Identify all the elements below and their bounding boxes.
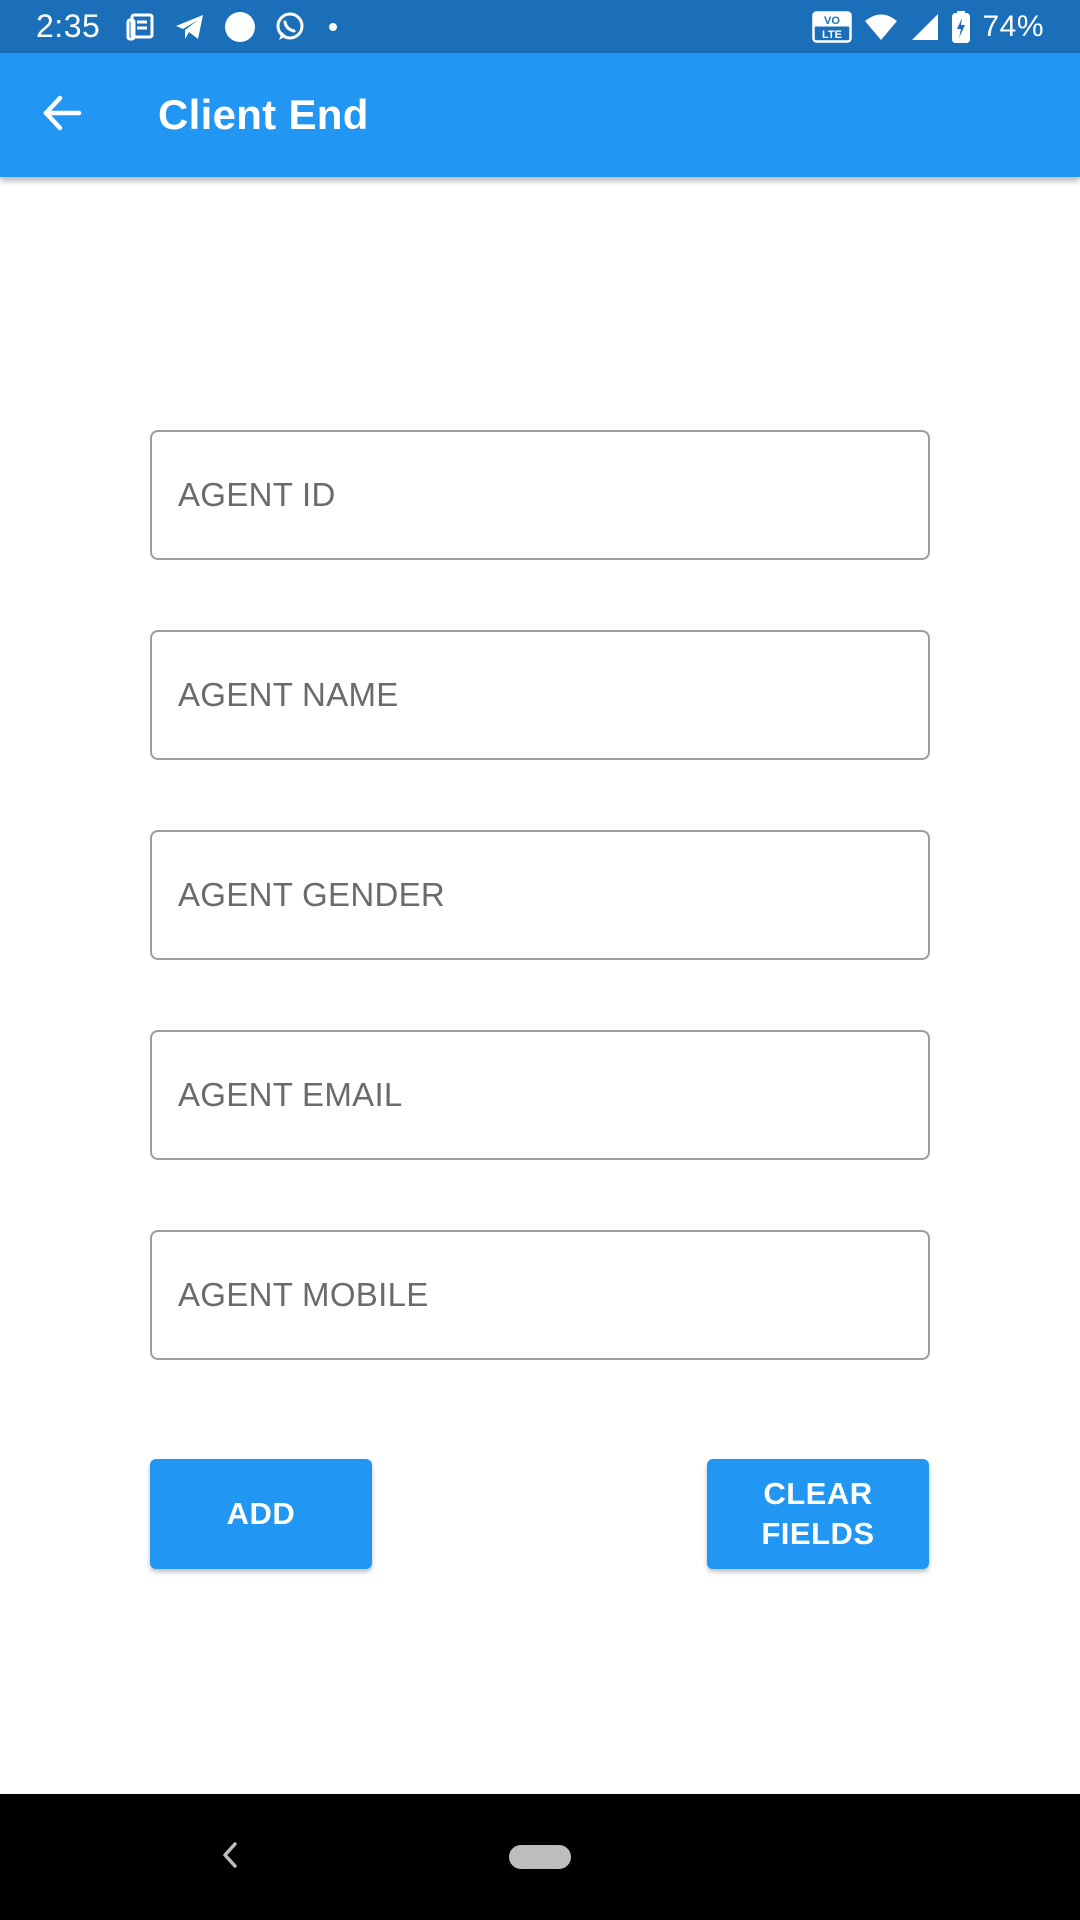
circle-icon — [224, 11, 256, 43]
agent-name-field[interactable] — [150, 630, 930, 760]
volte-bottom-label: LTE — [822, 29, 842, 41]
notification-icons — [126, 11, 342, 43]
battery-charging-icon — [952, 10, 971, 43]
agent-email-input[interactable] — [152, 1032, 928, 1158]
clear-fields-label-line1: CLEAR — [763, 1476, 873, 1511]
status-bar: 2:35 VO LTE 74% — [0, 0, 1080, 53]
page-title: Client End — [158, 91, 369, 138]
clear-fields-button[interactable]: CLEAR FIELDS — [707, 1459, 929, 1569]
agent-mobile-field[interactable] — [150, 1230, 930, 1360]
signal-icon — [910, 12, 940, 42]
add-button-label: ADD — [226, 1496, 296, 1531]
chevron-left-icon — [220, 1841, 240, 1874]
clear-fields-label-line2: FIELDS — [761, 1516, 875, 1551]
status-time: 2:35 — [36, 8, 101, 44]
app-bar: Client End — [0, 53, 1080, 177]
nav-back-button[interactable] — [210, 1834, 250, 1880]
home-pill-icon[interactable] — [509, 1845, 571, 1869]
news-icon — [126, 12, 156, 42]
agent-gender-field[interactable] — [150, 830, 930, 960]
arrow-back-icon — [42, 95, 82, 136]
agent-mobile-input[interactable] — [152, 1232, 928, 1358]
add-button[interactable]: ADD — [150, 1459, 372, 1569]
agent-email-field[interactable] — [150, 1030, 930, 1160]
whatsapp-icon — [274, 11, 306, 43]
agent-id-field[interactable] — [150, 430, 930, 560]
clear-fields-label: CLEAR FIELDS — [761, 1474, 874, 1554]
volte-top-label: VO — [825, 15, 841, 27]
telegram-icon — [174, 12, 206, 42]
agent-id-input[interactable] — [152, 432, 928, 558]
dot-icon — [324, 18, 342, 36]
screen: 2:35 VO LTE 74% Client End AGENT ID AGEN… — [0, 0, 1080, 1920]
agent-gender-input[interactable] — [152, 832, 928, 958]
back-button[interactable] — [30, 83, 94, 147]
system-icons: VO LTE 74% — [812, 10, 1044, 44]
agent-name-input[interactable] — [152, 632, 928, 758]
volte-icon: VO LTE — [812, 10, 853, 43]
battery-percent: 74% — [982, 9, 1044, 43]
navigation-bar — [0, 1794, 1080, 1920]
wifi-icon — [864, 13, 898, 41]
